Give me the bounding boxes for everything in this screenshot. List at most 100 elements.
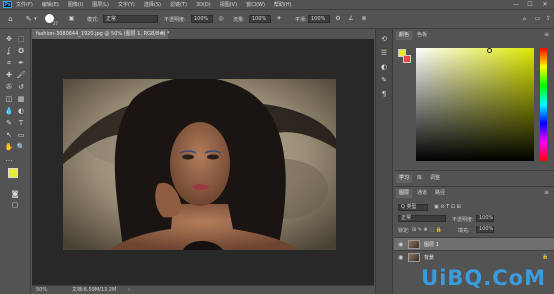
menu-item-3d[interactable]: 3D(D) xyxy=(196,2,211,8)
menu-item-type[interactable]: 文字(Y) xyxy=(118,1,135,8)
angle-icon[interactable]: ∠ xyxy=(347,15,355,23)
healing-icon[interactable]: ✚ xyxy=(4,70,14,80)
properties-icon[interactable]: ☰ xyxy=(379,48,389,58)
screen-mode-icon[interactable]: ▢ xyxy=(10,200,20,210)
brush-tool-icon[interactable]: ✎ xyxy=(24,15,33,23)
layer-opacity-field[interactable]: 100% xyxy=(476,215,494,222)
tab-adjustments[interactable]: 调整 xyxy=(427,174,443,183)
brush-settings-panel-icon[interactable]: ✎ xyxy=(379,75,389,85)
dodge-icon[interactable]: ◐ xyxy=(16,106,26,116)
path-select-icon[interactable]: ↖ xyxy=(4,130,14,140)
lock-icon: 🔒 xyxy=(542,254,549,260)
color-panel-background-swatch[interactable] xyxy=(403,55,411,63)
document-tab[interactable]: fashion-3080644_1920.jpg @ 50% (图层 1, RG… xyxy=(32,29,170,39)
marquee-icon[interactable]: ⬚ xyxy=(16,34,26,44)
blur-icon[interactable]: 💧 xyxy=(4,106,14,116)
history-brush-icon[interactable]: ↺ xyxy=(16,82,26,92)
menu-item-window[interactable]: 窗口(W) xyxy=(246,1,265,8)
eyedropper-icon[interactable]: ✒ xyxy=(16,58,26,68)
color-panel: 颜色 色板 ≡ xyxy=(394,29,554,169)
lasso-icon[interactable]: ʆ xyxy=(4,46,14,56)
gradient-icon[interactable]: ▦ xyxy=(16,94,26,104)
document-image[interactable] xyxy=(63,79,336,250)
layer-filter-icons[interactable]: ▣ ⊘ T ⊡ ⊞ xyxy=(434,204,461,210)
tab-swatches[interactable]: 色板 xyxy=(414,31,430,40)
quick-mask-icon[interactable]: ◙ xyxy=(10,189,20,199)
layers-panel-menu-icon[interactable]: ≡ xyxy=(544,189,549,196)
brush-icon[interactable]: 🖌 xyxy=(16,70,26,80)
zoom-icon[interactable]: 🔍 xyxy=(16,142,26,152)
color-field[interactable] xyxy=(416,48,534,161)
crop-icon[interactable]: ⌗ xyxy=(4,58,14,68)
hand-icon[interactable]: ✋ xyxy=(4,142,14,152)
status-menu-arrow[interactable]: › xyxy=(128,286,130,294)
airbrush-icon[interactable]: ✈ xyxy=(275,15,283,23)
tab-paths[interactable]: 路径 xyxy=(432,189,448,198)
tab-libraries[interactable]: 库 xyxy=(414,174,425,183)
hue-slider[interactable] xyxy=(540,48,547,161)
layer-name[interactable]: 背景 xyxy=(424,254,434,261)
share-icon[interactable]: ⇪ xyxy=(544,15,553,23)
maximize-button[interactable]: ☐ xyxy=(524,0,536,9)
close-tab-icon[interactable]: × xyxy=(161,29,165,39)
chevron-down-icon[interactable]: ▾ xyxy=(33,15,38,23)
pen-icon[interactable]: ✎ xyxy=(4,118,14,128)
menu-item-help[interactable]: 帮助(H) xyxy=(274,1,292,8)
layer-row[interactable]: ◉ 图层 1 xyxy=(394,237,554,250)
fill-label: 填充: xyxy=(458,228,470,234)
menu-item-file[interactable]: 文件(F) xyxy=(16,1,33,8)
panel-menu-icon[interactable]: ≡ xyxy=(544,31,549,38)
eraser-icon[interactable]: ◫ xyxy=(4,94,14,104)
menu-item-image[interactable]: 图像(I) xyxy=(68,1,83,8)
brush-settings-icon[interactable]: ▣ xyxy=(67,15,76,23)
paragraph-icon[interactable]: ¶ xyxy=(379,89,389,99)
document-tab-title: fashion-3080644_1920.jpg @ 50% (图层 1, RG… xyxy=(36,31,170,37)
tab-layers[interactable]: 图层 xyxy=(396,189,413,198)
layer-row[interactable]: ◉ 背景 🔒 xyxy=(394,250,554,263)
menu-item-filter[interactable]: 滤镜(T) xyxy=(170,1,187,8)
tab-learn[interactable]: 学习 xyxy=(396,174,413,183)
more-icon[interactable]: … xyxy=(4,154,14,164)
flow-label: 流量: xyxy=(233,17,245,23)
layer-opacity-label: 不透明度: xyxy=(452,217,474,223)
menu-item-view[interactable]: 视图(V) xyxy=(220,1,237,8)
zoom-level[interactable]: 50% xyxy=(36,286,47,294)
menu-item-layer[interactable]: 图层(L) xyxy=(92,1,109,8)
color-picker-cursor[interactable] xyxy=(487,48,492,53)
fill-field[interactable]: 100% xyxy=(476,226,494,233)
visibility-eye-icon[interactable]: ◉ xyxy=(398,254,403,261)
opacity-field[interactable]: 100% xyxy=(191,15,213,23)
quick-select-icon[interactable]: ✪ xyxy=(16,46,26,56)
stamp-icon[interactable]: ✇ xyxy=(4,82,14,92)
foreground-color-swatch[interactable] xyxy=(8,168,18,178)
minimize-button[interactable]: — xyxy=(510,0,522,9)
visibility-eye-icon[interactable]: ◉ xyxy=(398,241,403,248)
status-bar: 50% 文档:6.59M/13.2M › xyxy=(32,285,374,294)
gear-icon[interactable]: ⚙ xyxy=(334,15,342,23)
pressure-opacity-icon[interactable]: ◎ xyxy=(217,15,225,23)
tools-panel: ✥ ⬚ ʆ ✪ ⌗ ✒ ✚ 🖌 ✇ ↺ ◫ ▦ 💧 ◐ ✎ T ↖ ▭ ✋ 🔍… ◙ ▢ xyxy=(0,29,31,294)
history-icon[interactable]: ⟲ xyxy=(379,34,389,44)
flow-field[interactable]: 100% xyxy=(249,15,271,23)
lock-icons[interactable]: ⊞ ✎ ✥ ⬚ 🔒 xyxy=(412,227,442,233)
type-icon[interactable]: T xyxy=(16,118,26,128)
home-icon[interactable]: ⌂ xyxy=(6,15,15,23)
tab-channels[interactable]: 通道 xyxy=(414,189,430,198)
move-icon[interactable]: ✥ xyxy=(4,34,14,44)
learn-panel: 学习 库 调整 xyxy=(394,170,554,186)
search-icon[interactable]: ⌕ xyxy=(520,15,529,23)
adjustments-icon[interactable]: ◐ xyxy=(379,62,389,72)
blend-mode-dropdown[interactable]: 正常 xyxy=(398,215,446,222)
portrait-photo xyxy=(63,79,336,250)
layer-filter-dropdown[interactable]: Q 类型 xyxy=(398,204,428,211)
close-window-button[interactable]: ✕ xyxy=(539,0,551,9)
tab-color[interactable]: 颜色 xyxy=(396,31,413,40)
menu-item-select[interactable]: 选择(S) xyxy=(144,1,161,8)
layer-name[interactable]: 图层 1 xyxy=(424,241,439,248)
symmetry-icon[interactable]: ⊗ xyxy=(360,15,368,23)
workspace-icon[interactable]: ▭ xyxy=(533,15,542,23)
menu-item-edit[interactable]: 编辑(E) xyxy=(42,1,59,8)
smooth-field[interactable]: 100% xyxy=(308,15,330,23)
mode-dropdown[interactable]: 正常 xyxy=(103,15,158,23)
shape-icon[interactable]: ▭ xyxy=(16,130,26,140)
